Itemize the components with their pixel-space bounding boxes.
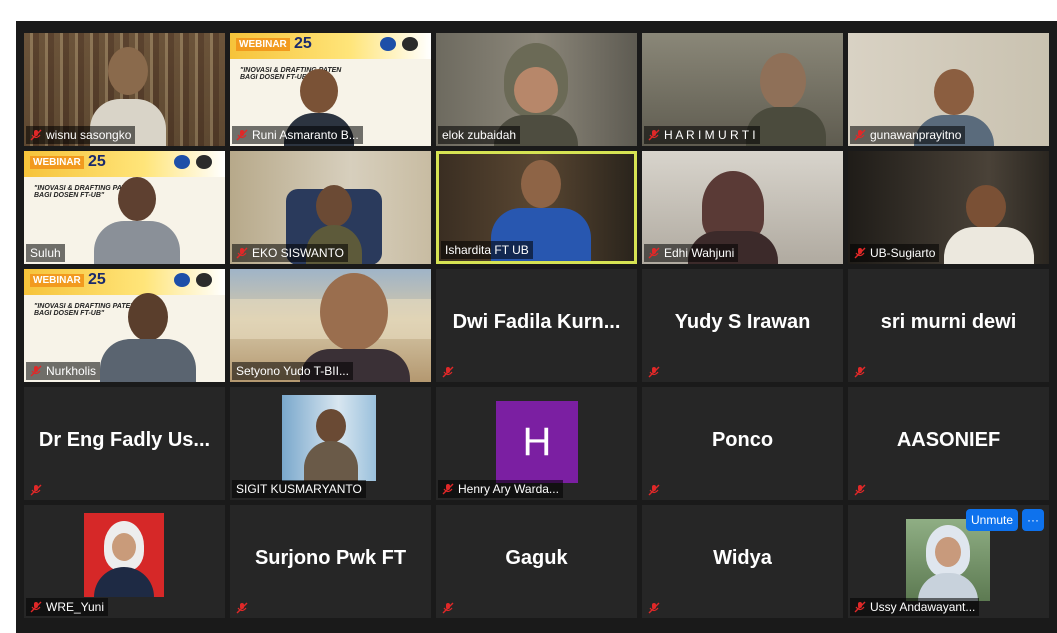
muted-mic-icon [30, 365, 42, 377]
muted-mic-icon [854, 601, 866, 613]
participant-tile[interactable]: Edhi Wahjuni [642, 151, 843, 264]
more-options-button[interactable]: ··· [1022, 509, 1044, 531]
muted-mic-icon [648, 366, 660, 378]
muted-mic-icon [442, 602, 454, 614]
participant-tile[interactable]: sri murni dewi [848, 269, 1049, 382]
muted-mic-icon [236, 602, 248, 614]
participant-tile[interactable]: Widya [642, 505, 843, 618]
participant-name: EKO SISWANTO [232, 244, 349, 262]
muted-mic-icon [442, 483, 454, 495]
participant-photo [84, 513, 164, 597]
participant-tile[interactable]: elok zubaidah [436, 33, 637, 146]
participant-tile[interactable]: Surjono Pwk FT [230, 505, 431, 618]
muted-mic-icon [854, 484, 866, 496]
muted-mic-icon [442, 366, 454, 378]
participant-name: sri murni dewi [880, 311, 1017, 333]
participant-name: AASONIEF [896, 429, 1001, 451]
participant-tile[interactable]: Yudy S Irawan [642, 269, 843, 382]
muted-mic-icon [30, 601, 42, 613]
participant-name: Gaguk [505, 547, 568, 569]
participant-tile[interactable]: WRE_Yuni [24, 505, 225, 618]
participant-tile-active-speaker[interactable]: Ishardita FT UB [436, 151, 637, 264]
participant-name: Surjono Pwk FT [254, 547, 407, 569]
participant-name: Ussy Andawayant... [850, 598, 980, 616]
avatar: H [496, 401, 578, 483]
participant-tile[interactable]: gunawanprayitno [848, 33, 1049, 146]
muted-mic-icon [854, 366, 866, 378]
participant-tile[interactable]: Setyono Yudo T-BII... [230, 269, 431, 382]
participant-tile[interactable]: wisnu sasongko [24, 33, 225, 146]
participant-photo [906, 519, 990, 601]
participant-tile[interactable]: Dwi Fadila Kurn... [436, 269, 637, 382]
participant-tile[interactable]: WEBINAR 25 "INOVASI & DRAFTING PATEN BAG… [230, 33, 431, 146]
participant-tile[interactable]: Dr Eng Fadly Us... [24, 387, 225, 500]
participant-tile[interactable]: H A R I M U R T I [642, 33, 843, 146]
participant-name: elok zubaidah [438, 126, 521, 144]
participant-name: Dr Eng Fadly Us... [38, 429, 211, 451]
muted-mic-icon [30, 129, 42, 141]
muted-mic-icon [236, 247, 248, 259]
participant-name: H A R I M U R T I [644, 126, 760, 144]
participant-name: gunawanprayitno [850, 126, 966, 144]
participant-name: Ponco [711, 429, 774, 451]
participant-name: SIGIT KUSMARYANTO [232, 480, 366, 498]
participant-name: Yudy S Irawan [674, 311, 811, 333]
muted-mic-icon [648, 484, 660, 496]
muted-mic-icon [648, 602, 660, 614]
participant-tile[interactable]: SIGIT KUSMARYANTO [230, 387, 431, 500]
participant-name: Nurkholis [26, 362, 101, 380]
unmute-button[interactable]: Unmute [966, 509, 1018, 531]
participant-tile[interactable]: WEBINAR 25 "INOVASI & DRAFTING PATEN BAG… [24, 151, 225, 264]
participant-video [282, 395, 376, 481]
meeting-window: wisnu sasongko WEBINAR 25 "INOVASI & DRA… [16, 21, 1057, 633]
participant-tile[interactable]: EKO SISWANTO [230, 151, 431, 264]
participant-name: Dwi Fadila Kurn... [452, 311, 621, 333]
muted-mic-icon [854, 129, 866, 141]
participant-name: Edhi Wahjuni [644, 244, 739, 262]
participant-tile[interactable]: Unmute ··· Ussy Andawayant... [848, 505, 1049, 618]
gallery-grid: wisnu sasongko WEBINAR 25 "INOVASI & DRA… [24, 33, 1049, 618]
participant-tile[interactable]: H Henry Ary Warda... [436, 387, 637, 500]
participant-tile[interactable]: Gaguk [436, 505, 637, 618]
participant-name: wisnu sasongko [26, 126, 136, 144]
participant-name: UB-Sugiarto [850, 244, 940, 262]
muted-mic-icon [236, 129, 248, 141]
participant-name: Suluh [26, 244, 65, 262]
participant-tile[interactable]: AASONIEF [848, 387, 1049, 500]
participant-name: Widya [713, 547, 772, 569]
muted-mic-icon [854, 247, 866, 259]
participant-name: Runi Asmaranto B... [232, 126, 363, 144]
participant-tile[interactable]: Ponco [642, 387, 843, 500]
muted-mic-icon [30, 484, 42, 496]
participant-name: Setyono Yudo T-BII... [232, 362, 353, 380]
muted-mic-icon [648, 247, 660, 259]
participant-name: WRE_Yuni [26, 598, 109, 616]
muted-mic-icon [648, 129, 660, 141]
participant-tile[interactable]: WEBINAR 25 "INOVASI & DRAFTING PATEN BAG… [24, 269, 225, 382]
participant-name: Ishardita FT UB [441, 241, 533, 259]
participant-name: Henry Ary Warda... [438, 480, 563, 498]
participant-tile[interactable]: UB-Sugiarto [848, 151, 1049, 264]
